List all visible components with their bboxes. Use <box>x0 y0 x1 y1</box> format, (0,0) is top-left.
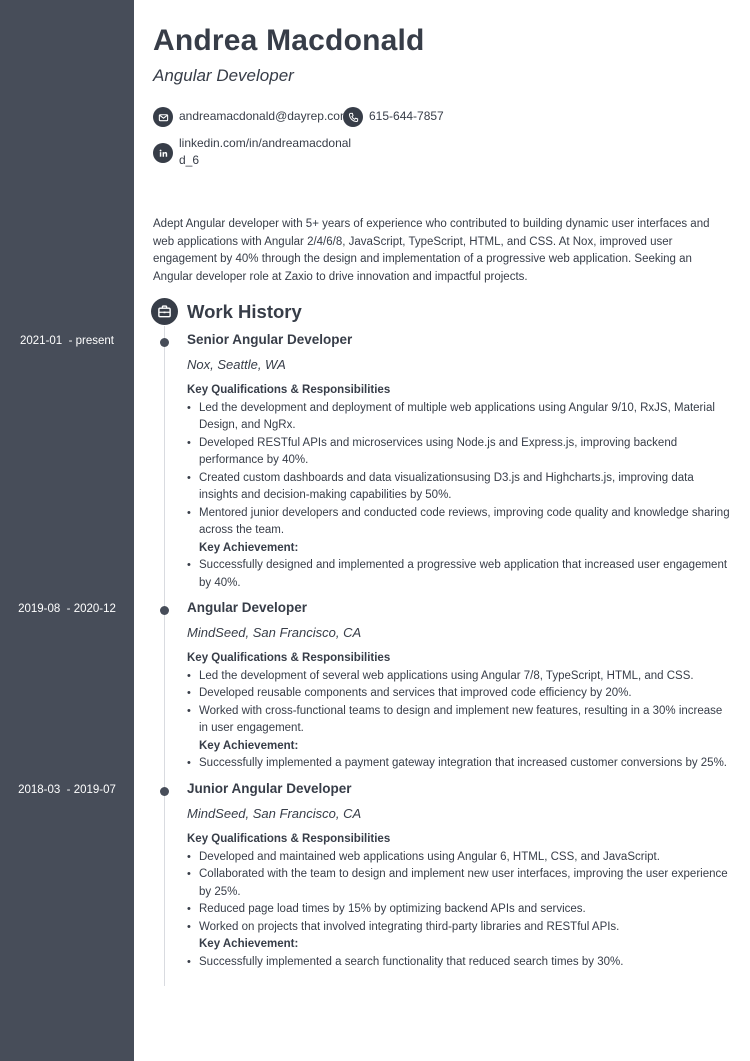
professional-summary: Adept Angular developer with 5+ years of… <box>153 218 710 283</box>
qualifications-label: Key Qualifications & Responsibilities <box>187 652 391 664</box>
list-item: Worked with cross-functional teams to de… <box>187 703 732 738</box>
list-item: Reduced page load times by 15% by optimi… <box>187 901 732 919</box>
job-dates: 2019-08 - 2020-12 <box>18 603 116 615</box>
list-item: Developed and maintained web application… <box>187 849 732 867</box>
job-dates: 2021-01 - present <box>20 335 114 347</box>
job-title: Angular Developer <box>153 66 294 85</box>
list-item: Mentored junior developers and conducted… <box>187 505 732 540</box>
phone-text[interactable]: 615-644-7857 <box>369 107 444 125</box>
list-item: Led the development and deployment of mu… <box>187 400 732 435</box>
briefcase-icon <box>151 298 178 325</box>
list-item: Successfully designed and implemented a … <box>187 557 732 592</box>
timeline-dot-icon <box>160 338 169 347</box>
job-details: Key Qualifications & Responsibilities Led… <box>187 382 732 592</box>
linkedin-icon <box>153 143 173 163</box>
list-item: Led the development of several web appli… <box>187 668 732 686</box>
list-item: Developed reusable components and servic… <box>187 685 732 703</box>
list-item: Collaborated with the team to design and… <box>187 866 732 901</box>
candidate-name: Andrea Macdonald <box>153 24 425 57</box>
contact-linkedin[interactable]: linkedin.com/in/andreamacdonal d_6 <box>153 135 351 169</box>
job-company: MindSeed, San Francisco, CA <box>187 806 362 821</box>
job-position: Angular Developer <box>187 600 308 615</box>
envelope-icon <box>153 107 173 127</box>
timeline-line <box>164 326 165 986</box>
job-position: Senior Angular Developer <box>187 332 353 347</box>
responsibilities-list: Led the development and deployment of mu… <box>187 400 732 540</box>
email-text[interactable]: andreamacdonald@dayrep.com <box>179 107 350 125</box>
job-position: Junior Angular Developer <box>187 781 352 796</box>
linkedin-text-line2[interactable]: d_6 <box>179 152 351 169</box>
linkedin-text-line1[interactable]: linkedin.com/in/andreamacdonal <box>179 135 351 152</box>
contact-phone[interactable]: 615-644-7857 <box>343 107 444 127</box>
job-company: MindSeed, San Francisco, CA <box>187 625 362 640</box>
list-item: Worked on projects that involved integra… <box>187 919 732 937</box>
achievement-label: Key Achievement: <box>199 739 299 752</box>
responsibilities-list: Developed and maintained web application… <box>187 849 732 937</box>
achievement-label: Key Achievement: <box>199 541 299 554</box>
timeline-dot-icon <box>160 606 169 615</box>
sidebar <box>0 0 134 1061</box>
achievement-label: Key Achievement: <box>199 938 299 950</box>
responsibilities-list: Led the development of several web appli… <box>187 668 732 738</box>
list-item: Developed RESTful APIs and microservices… <box>187 435 732 470</box>
list-item: Successfully implemented a search functi… <box>187 954 732 972</box>
job-dates: 2018-03 - 2019-07 <box>18 784 116 796</box>
achievements-list: Successfully implemented a search functi… <box>187 954 732 972</box>
list-item: Created custom dashboards and data visua… <box>187 470 732 505</box>
phone-icon <box>343 107 363 127</box>
work-history-header: Work History <box>151 298 302 325</box>
qualifications-label: Key Qualifications & Responsibilities <box>187 384 391 396</box>
job-details: Key Qualifications & Responsibilities Dev… <box>187 831 732 971</box>
list-item: Successfully implemented a payment gatew… <box>187 755 732 773</box>
job-details: Key Qualifications & Responsibilities Led… <box>187 650 732 773</box>
job-company: Nox, Seattle, WA <box>187 357 286 372</box>
timeline-dot-icon <box>160 787 169 796</box>
achievements-list: Successfully implemented a payment gatew… <box>187 755 732 773</box>
achievements-list: Successfully designed and implemented a … <box>187 557 732 592</box>
contact-email[interactable]: andreamacdonald@dayrep.com <box>153 107 350 127</box>
section-title-work-history: Work History <box>187 300 302 322</box>
qualifications-label: Key Qualifications & Responsibilities <box>187 833 391 845</box>
